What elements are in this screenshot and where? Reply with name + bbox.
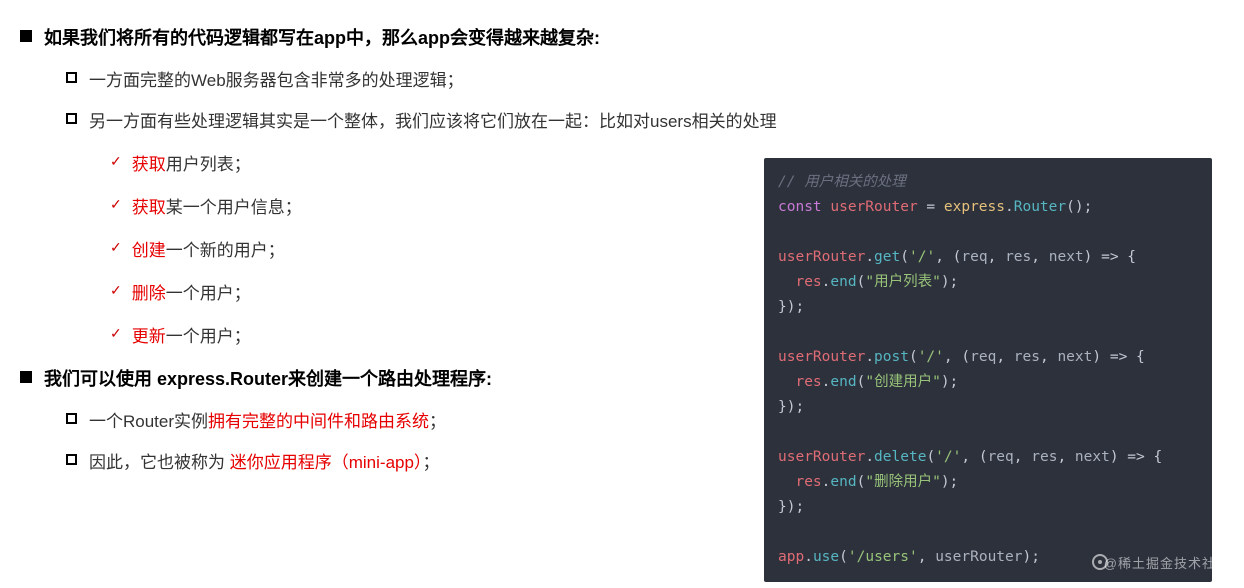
sub-text-2: 另一方面有些处理逻辑其实是一个整体，我们应该将它们放在一起：比如对users相关… xyxy=(89,107,777,132)
code-line: res.end("用户列表"); xyxy=(778,270,1198,295)
code-line: }); xyxy=(778,395,1198,420)
hollow-square-icon xyxy=(66,72,77,83)
sub-text-4: 因此，它也被称为 迷你应用程序（mini-app）； xyxy=(89,448,439,473)
sub-text-1: 一方面完整的Web服务器包含非常多的处理逻辑； xyxy=(89,66,464,91)
code-line xyxy=(778,520,1198,545)
check-icon: ✓ xyxy=(110,325,122,342)
square-bullet-icon xyxy=(20,30,32,42)
check-icon: ✓ xyxy=(110,153,122,170)
sub-text-3: 一个Router实例拥有完整的中间件和路由系统； xyxy=(89,407,446,432)
code-line xyxy=(778,220,1198,245)
code-line xyxy=(778,320,1198,345)
code-line: // 用户相关的处理 xyxy=(778,170,1198,195)
code-line: userRouter.delete('/', (req, res, next) … xyxy=(778,445,1198,470)
watermark-text: @稀土掘金技术社区 xyxy=(1104,553,1230,572)
code-line: userRouter.get('/', (req, res, next) => … xyxy=(778,245,1198,270)
check-icon: ✓ xyxy=(110,239,122,256)
hollow-square-icon xyxy=(66,113,77,124)
bullet-main-1: 如果我们将所有的代码逻辑都写在app中，那么app会变得越来越复杂: xyxy=(20,24,1224,50)
code-line xyxy=(778,420,1198,445)
code-line: userRouter.post('/', (req, res, next) =>… xyxy=(778,345,1198,370)
bullet-sub-2: 另一方面有些处理逻辑其实是一个整体，我们应该将它们放在一起：比如对users相关… xyxy=(66,107,1224,132)
code-line: const userRouter = express.Router(); xyxy=(778,195,1198,220)
check-text-2: 获取某一个用户信息； xyxy=(132,193,302,218)
check-text-1: 获取用户列表； xyxy=(132,150,251,175)
code-line: }); xyxy=(778,295,1198,320)
hollow-square-icon xyxy=(66,413,77,424)
check-text-4: 删除一个用户； xyxy=(132,279,251,304)
main-text-2: 我们可以使用 express.Router来创建一个路由处理程序: xyxy=(44,365,492,391)
bullet-sub-1: 一方面完整的Web服务器包含非常多的处理逻辑； xyxy=(66,66,1224,91)
check-icon: ✓ xyxy=(110,196,122,213)
hollow-square-icon xyxy=(66,454,77,465)
code-line: res.end("删除用户"); xyxy=(778,470,1198,495)
check-text-3: 创建一个新的用户； xyxy=(132,236,285,261)
square-bullet-icon xyxy=(20,371,32,383)
check-text-5: 更新一个用户； xyxy=(132,322,251,347)
code-line: res.end("创建用户"); xyxy=(778,370,1198,395)
main-text-1: 如果我们将所有的代码逻辑都写在app中，那么app会变得越来越复杂: xyxy=(44,24,600,50)
code-line: }); xyxy=(778,495,1198,520)
check-icon: ✓ xyxy=(110,282,122,299)
code-snippet: // 用户相关的处理 const userRouter = express.Ro… xyxy=(764,158,1212,582)
